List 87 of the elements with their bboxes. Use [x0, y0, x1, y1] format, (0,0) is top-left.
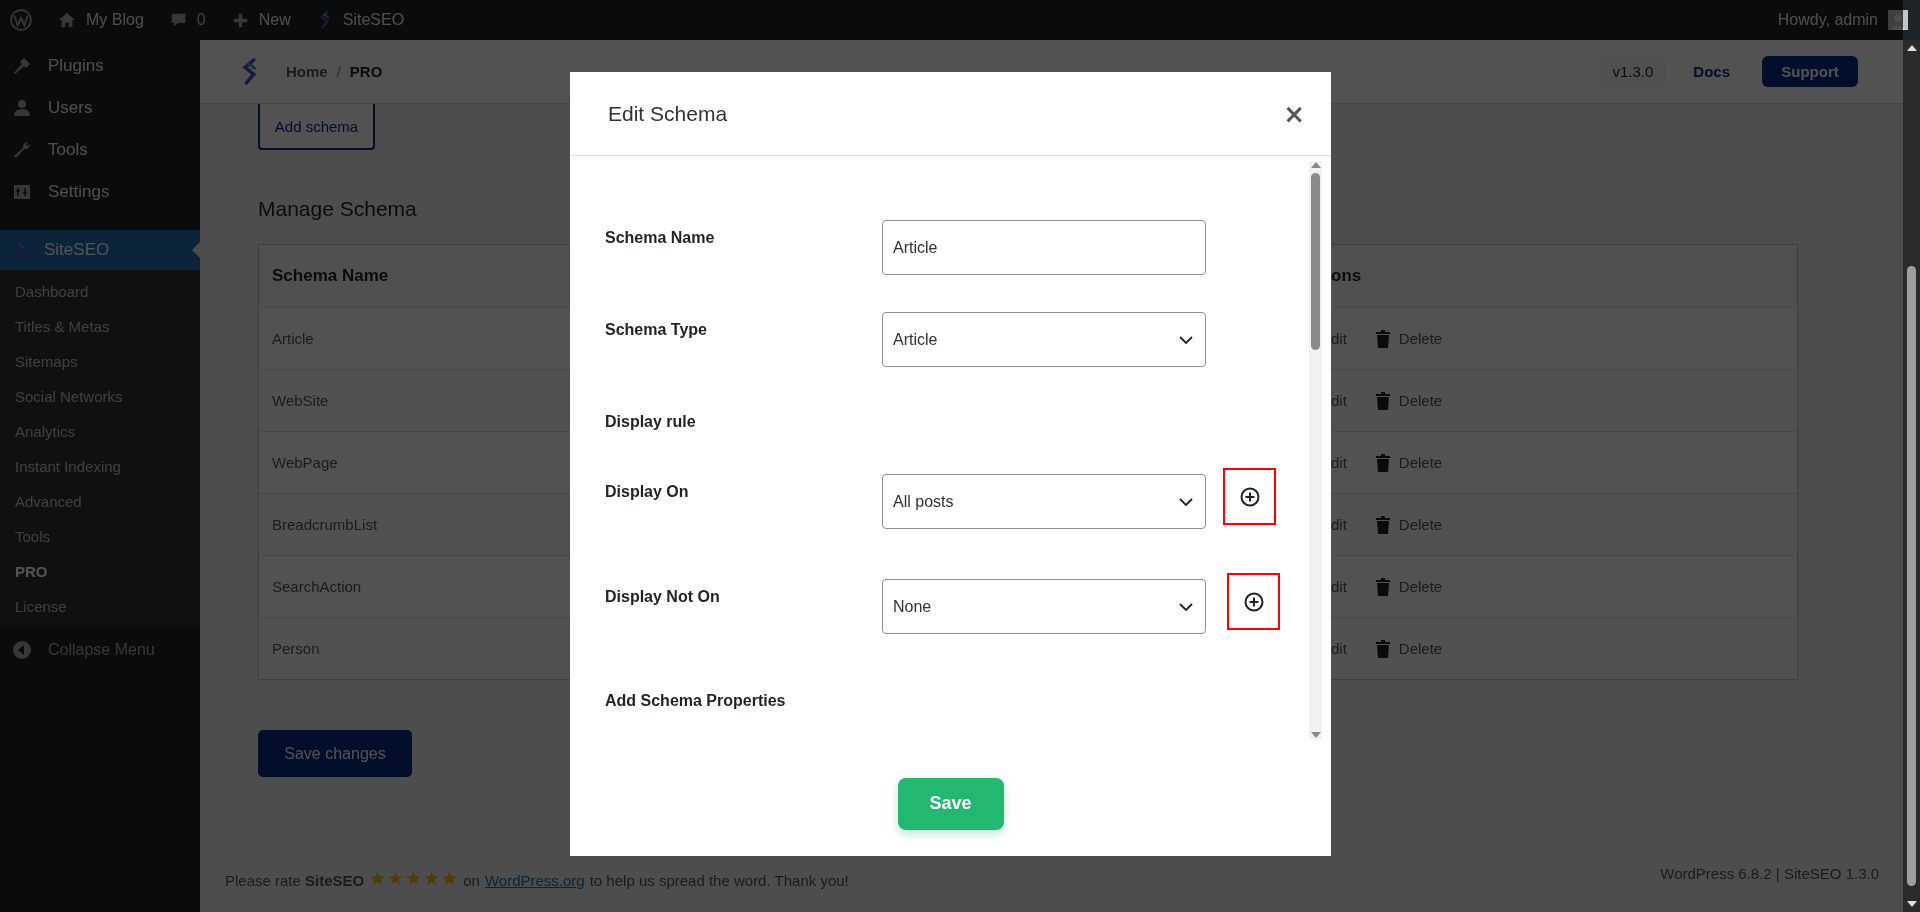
table-cell: WebSite	[272, 391, 329, 409]
sidebar-item[interactable]: Users	[0, 87, 200, 129]
select-dropdown[interactable]: All posts	[882, 474, 1206, 529]
star-icon: ★	[369, 869, 387, 888]
delete-link[interactable]: Delete	[1398, 454, 1443, 471]
wrench-icon	[12, 140, 32, 160]
add-rule-button[interactable]	[1227, 573, 1280, 630]
edit-link[interactable]: dit	[1331, 516, 1347, 533]
star-icon: ★	[405, 869, 423, 888]
breadcrumb-separator: /	[336, 63, 341, 80]
star-icon: ★	[441, 869, 459, 888]
delete-link[interactable]: Delete	[1398, 578, 1443, 595]
select-dropdown[interactable]: Article	[882, 312, 1206, 367]
chevron-down-icon	[1179, 602, 1193, 611]
trash-icon[interactable]	[1374, 328, 1391, 349]
field-label: Display rule	[605, 413, 697, 431]
sidebar-item[interactable]: Settings	[0, 171, 200, 213]
user-icon	[12, 98, 32, 118]
docs-link[interactable]: Docs	[1693, 63, 1730, 80]
edit-link[interactable]: dit	[1331, 578, 1347, 595]
field-label: Schema Name	[605, 229, 716, 247]
trash-icon[interactable]	[1374, 576, 1391, 597]
wordpress-logo-icon[interactable]	[10, 9, 32, 31]
table-cell: WebPage	[272, 453, 338, 471]
add-schema-button[interactable]: Add schema	[258, 104, 375, 150]
delete-link[interactable]: Delete	[1398, 640, 1443, 657]
trash-icon[interactable]	[1374, 390, 1391, 411]
plug-icon	[12, 56, 32, 76]
field-label: Display On	[605, 483, 690, 501]
scroll-down-icon[interactable]	[1906, 900, 1917, 908]
breadcrumb-current: PRO	[349, 63, 383, 80]
settings-icon	[12, 182, 32, 202]
plus-circle-icon	[1239, 486, 1260, 507]
save-button[interactable]: Save	[897, 777, 1004, 830]
trash-icon[interactable]	[1374, 514, 1391, 535]
field-label: Schema Type	[605, 321, 708, 339]
delete-link[interactable]: Delete	[1398, 330, 1443, 347]
delete-link[interactable]: Delete	[1398, 516, 1443, 533]
plus-circle-icon	[1243, 591, 1264, 612]
select-dropdown[interactable]: None	[882, 579, 1206, 634]
trash-icon[interactable]	[1374, 452, 1391, 473]
avatar-icon[interactable]	[1888, 10, 1908, 30]
sidebar-item[interactable]: Tools	[0, 129, 200, 171]
star-icon: ★	[423, 869, 441, 888]
collapse-icon	[12, 640, 32, 660]
edit-link[interactable]: dit	[1331, 392, 1347, 409]
scrollbar-thumb[interactable]	[1311, 173, 1320, 350]
field-label: Add Schema Properties	[605, 692, 787, 710]
trash-icon[interactable]	[1374, 638, 1391, 659]
breadcrumb-link[interactable]: Home	[286, 63, 328, 80]
table-cell: Article	[272, 329, 314, 347]
star-icon: ★	[387, 869, 405, 888]
plugin-link[interactable]: SiteSEO	[342, 11, 405, 29]
wordpress-link[interactable]: WordPress.org	[484, 872, 585, 889]
delete-link[interactable]: Delete	[1398, 392, 1443, 409]
home-icon	[58, 11, 76, 29]
close-button[interactable]: ×	[1279, 98, 1309, 129]
scrollbar-thumb[interactable]	[1907, 266, 1916, 886]
chevron-down-icon	[1179, 335, 1193, 344]
star-rating[interactable]: ★★★★★	[369, 869, 459, 888]
sidebar-item[interactable]: SiteSEO	[0, 230, 200, 270]
edit-link[interactable]: dit	[1331, 640, 1347, 657]
submenu-item[interactable]: PRO	[0, 554, 200, 589]
edit-link[interactable]: dit	[1331, 454, 1347, 471]
sidebar-item[interactable]: Plugins	[0, 45, 200, 87]
table-cell: SearchAction	[272, 577, 362, 595]
dialog-scrollbar[interactable]	[1309, 161, 1322, 739]
greeting-link[interactable]: Howdy, admin	[1777, 11, 1878, 29]
section-heading: Manage Schema	[258, 197, 417, 221]
column-header: Schema Name	[272, 266, 389, 285]
table-cell: Person	[272, 639, 320, 657]
table-cell: BreadcrumbList	[272, 515, 378, 533]
text-input[interactable]: Article	[882, 220, 1206, 275]
site-name-link[interactable]: My Blog	[86, 11, 144, 29]
comment-icon	[169, 11, 187, 29]
scroll-up-icon[interactable]	[1906, 44, 1917, 52]
plus-icon	[231, 11, 249, 29]
save-changes-button[interactable]: Save changes	[258, 730, 412, 777]
add-rule-button[interactable]	[1223, 468, 1276, 525]
chevron-down-icon	[1179, 497, 1193, 506]
support-button[interactable]: Support	[1762, 56, 1858, 87]
new-link[interactable]: New	[258, 11, 291, 29]
dialog-title: Edit Schema	[608, 101, 729, 126]
column-header: ons	[1331, 266, 1362, 286]
edit-link[interactable]: dit	[1331, 330, 1347, 347]
page-scrollbar[interactable]	[1903, 40, 1920, 912]
field-label: Display Not On	[605, 588, 721, 606]
